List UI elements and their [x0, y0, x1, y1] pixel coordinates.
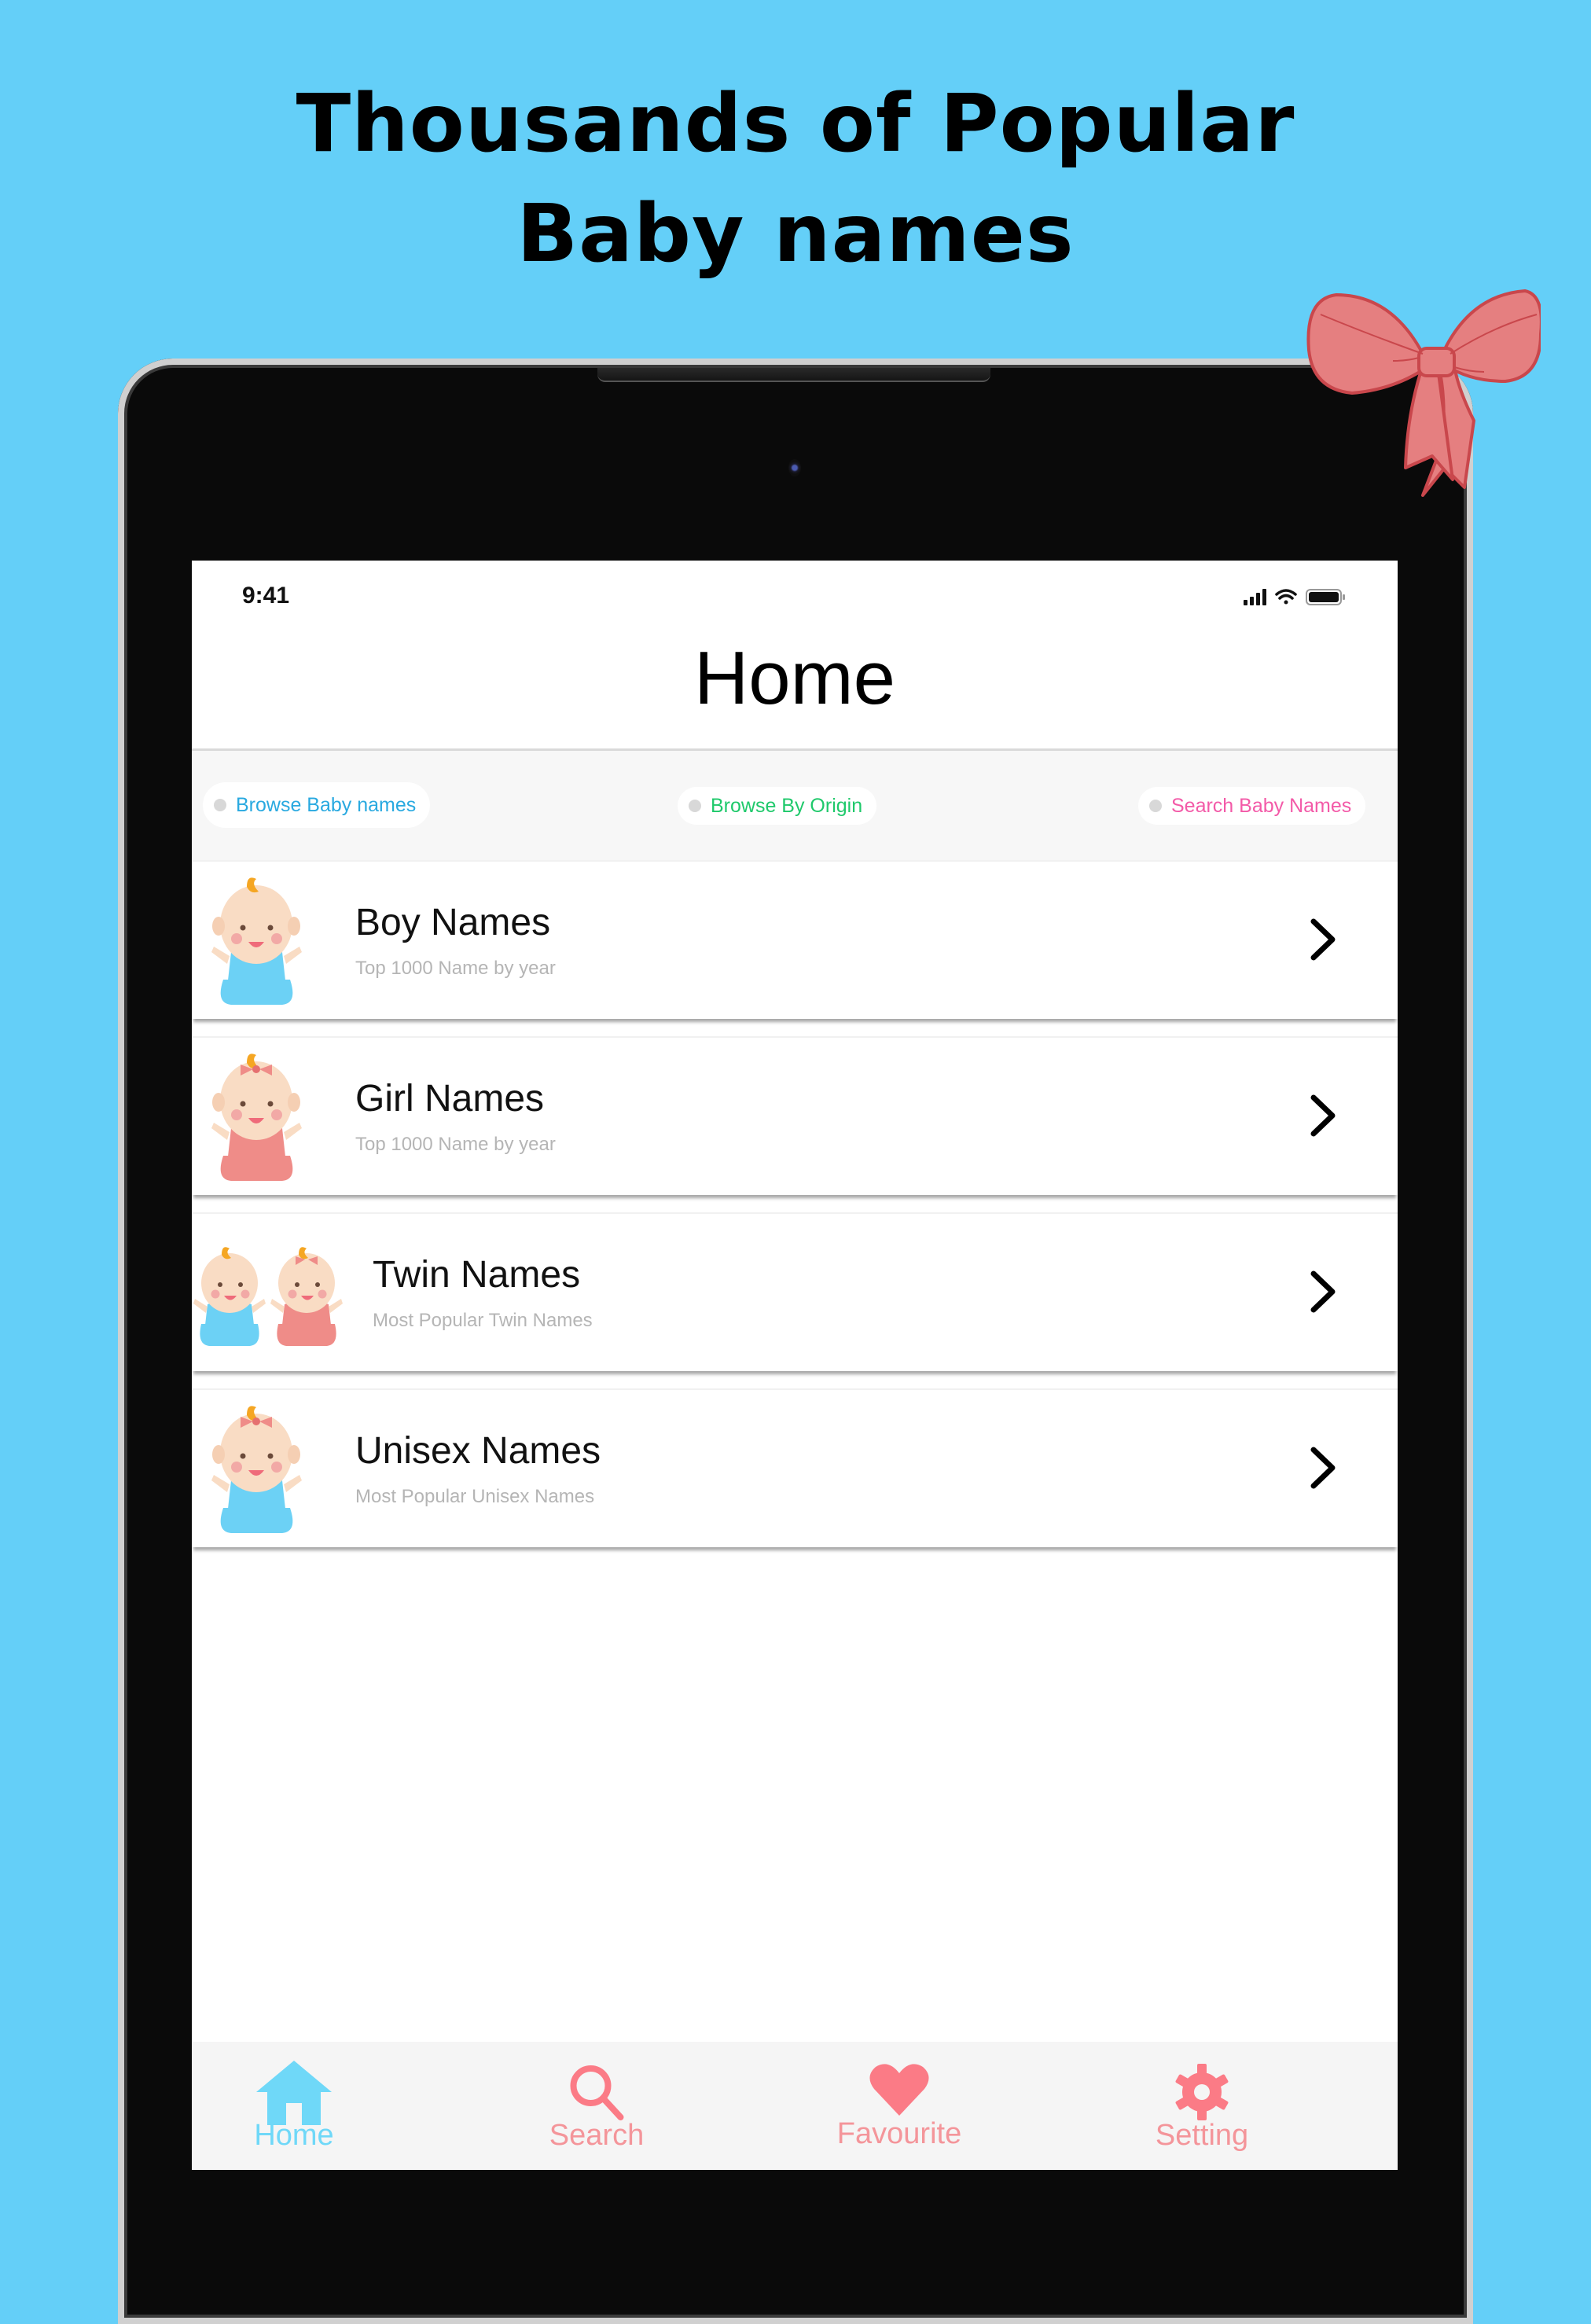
battery-icon [1306, 589, 1345, 605]
tab-home[interactable]: Home [192, 2042, 396, 2170]
category-title: Boy Names [355, 902, 551, 943]
headline-line-2: Baby names [516, 187, 1075, 281]
chip-label: Search Baby Names [1171, 794, 1352, 817]
category-title: Twin Names [373, 1254, 581, 1296]
bullet-icon [689, 800, 701, 812]
tab-label: Setting [1155, 2119, 1249, 2152]
browse-by-origin-chip[interactable]: Browse By Origin [678, 787, 877, 825]
heart-icon [869, 2064, 929, 2116]
chevron-right-icon [1310, 1094, 1336, 1137]
category-row-unisex-names[interactable]: Unisex Names Most Popular Unisex Names [192, 1388, 1398, 1547]
bullet-icon [214, 799, 226, 811]
category-title: Unisex Names [355, 1430, 601, 1472]
category-title: Girl Names [355, 1078, 545, 1120]
search-baby-names-chip[interactable]: Search Baby Names [1138, 787, 1366, 825]
tab-setting[interactable]: Setting [1100, 2042, 1304, 2170]
chevron-right-icon [1310, 1447, 1336, 1489]
baby-twins-icon [193, 1247, 343, 1346]
browse-baby-names-chip[interactable]: Browse Baby names [203, 782, 431, 828]
ribbon-bow-decoration [1306, 289, 1541, 497]
front-camera [788, 459, 801, 476]
bullet-icon [1149, 800, 1162, 812]
tab-label: Home [254, 2119, 334, 2152]
app-screen: 9:41 Home Browse Baby names Browse By Or [192, 561, 1398, 2170]
category-row-twin-names[interactable]: Twin Names Most Popular Twin Names [192, 1212, 1398, 1371]
category-row-girl-names[interactable]: Girl Names Top 1000 Name by year [192, 1036, 1398, 1195]
speaker-grille [597, 368, 990, 382]
promo-headline: Thousands of Popular Baby names [0, 69, 1591, 289]
status-icons [1244, 589, 1345, 605]
page-title: Home [693, 636, 896, 720]
category-subtitle: Top 1000 Name by year [355, 958, 556, 979]
tab-label: Search [549, 2119, 645, 2152]
tab-search[interactable]: Search [494, 2042, 699, 2170]
headline-line-1: Thousands of Popular [296, 77, 1295, 171]
baby-girl-figure [270, 1247, 343, 1346]
chip-label: Browse Baby names [236, 793, 417, 816]
category-subtitle: Most Popular Twin Names [373, 1310, 593, 1331]
baby-girl-icon [211, 1054, 302, 1181]
baby-unisex-icon [211, 1406, 302, 1533]
wifi-icon [1275, 589, 1297, 605]
status-time: 9:41 [242, 583, 290, 609]
category-row-boy-names[interactable]: Boy Names Top 1000 Name by year [192, 860, 1398, 1019]
chevron-right-icon [1310, 918, 1336, 961]
category-subtitle: Top 1000 Name by year [355, 1134, 556, 1155]
quick-links-bar: Browse Baby names Browse By Origin Searc… [192, 751, 1398, 860]
baby-boy-figure [193, 1247, 266, 1346]
chevron-right-icon [1310, 1270, 1336, 1313]
category-subtitle: Most Popular Unisex Names [355, 1486, 595, 1507]
home-icon [256, 2061, 332, 2125]
chip-label: Browse By Origin [711, 794, 863, 817]
tab-favourite[interactable]: Favourite [797, 2042, 1001, 2170]
gear-icon [1175, 2064, 1229, 2120]
tab-label: Favourite [836, 2117, 962, 2150]
search-icon [570, 2065, 624, 2120]
tab-bar: Home Search Favourite Setting [192, 2042, 1398, 2170]
cellular-signal-icon [1244, 589, 1266, 605]
baby-boy-icon [211, 877, 302, 1005]
